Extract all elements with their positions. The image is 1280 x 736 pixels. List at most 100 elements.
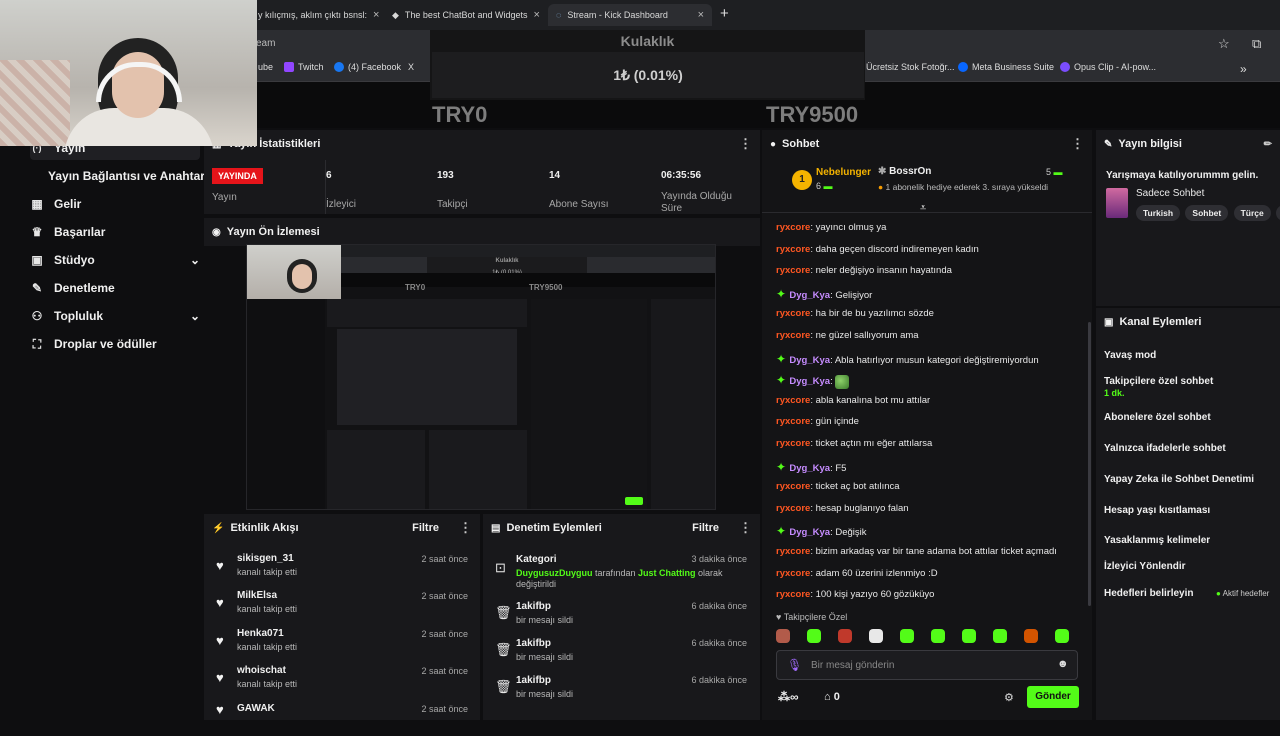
chat-username[interactable]: Dyg_Kya [789,527,830,538]
activity-user[interactable]: whoischat [237,665,286,676]
action-banned-words[interactable]: Yasaklanmış kelimeler [1104,535,1210,546]
moderation-user[interactable]: 1akifbp [516,675,551,686]
chat-username[interactable]: ryxcore [776,416,810,427]
send-button[interactable]: Gönder [1027,686,1079,708]
action-ai-moderation[interactable]: Yapay Zeka ile Sohbet Denetimi [1104,474,1254,485]
more-options-icon[interactable]: ⋮ [739,520,752,536]
bookmark[interactable]: ube [258,62,273,72]
sidebar-item-basarilar[interactable]: ♛ Başarılar [30,220,200,244]
more-bookmarks-icon[interactable]: » [1240,62,1247,76]
chat-username[interactable]: Dyg_Kya [789,376,830,387]
action-account-age[interactable]: Hesap yaşı kısıtlaması [1104,505,1210,516]
bookmark[interactable]: (4) Facebook [334,62,401,72]
more-options-icon[interactable]: ⋮ [459,520,472,536]
category-thumbnail[interactable] [1106,188,1128,218]
sidebar-item-denetleme[interactable]: ✎ Denetleme [30,276,200,300]
emoji-icon[interactable]: ☻ [1057,658,1069,670]
chat-input[interactable]: 🎙 Bir mesaj gönderin ☻ [776,650,1078,680]
microphone-icon[interactable]: 🎙 [787,658,802,672]
bookmark[interactable]: Twitch [284,62,324,72]
chat-username[interactable]: ryxcore [776,222,810,233]
emote-icon[interactable] [1024,629,1038,643]
filter-button[interactable]: Filtre [692,522,719,534]
chat-text: ticket aç bot atılınca [815,481,900,493]
chat-username[interactable]: Dyg_Kya [789,355,830,366]
sidebar-item-gelir[interactable]: ▦ Gelir [30,192,200,216]
action-goals[interactable]: Hedefleri belirleyin [1104,588,1193,599]
bookmark[interactable]: Opus Clip - AI-pow... [1060,62,1156,72]
moderation-user[interactable]: 1akifbp [516,638,551,649]
bookmark[interactable]: X [408,62,414,72]
chat-username[interactable]: ryxcore [776,438,810,449]
star-icon[interactable]: ☆ [1218,36,1230,52]
bookmark[interactable]: Meta Business Suite [958,62,1054,72]
tag[interactable]: Sohbet [1185,205,1229,221]
emote-icon[interactable] [1055,629,1069,643]
action-slow-mode[interactable]: Yavaş mod [1104,350,1156,361]
settings-icon[interactable]: ⚙ [1004,691,1014,704]
sidebar-item-topluluk[interactable]: ⚇ Topluluk ⌄ [30,304,200,328]
chat-username[interactable]: ryxcore [776,546,810,557]
moderation-user[interactable]: 1akifbp [516,601,551,612]
chat-username[interactable]: Dyg_Kya [789,463,830,474]
extensions-icon[interactable]: ⧉ [1252,36,1261,52]
browser-tab[interactable]: y kılıçmış, aklım çıktı bsnsl: × [250,4,385,26]
chat-username[interactable]: ryxcore [776,589,810,600]
emote-icon[interactable] [838,629,852,643]
mini-goal-start: TRY0 [405,283,426,292]
emote-icon[interactable] [807,629,821,643]
chat-username[interactable]: ryxcore [776,481,810,492]
collapse-icon[interactable]: ⩡ [920,202,926,215]
emote-icon[interactable] [931,629,945,643]
store-button[interactable]: ⌂ 0 [824,691,840,703]
tag[interactable]: Türçe [1233,205,1271,221]
sidebar-item-studyo[interactable]: ▣ Stüdyo ⌄ [30,248,200,272]
heart-icon: ♥ [216,670,224,685]
chat-username[interactable]: ryxcore [776,395,810,406]
activity-user[interactable]: MilkElsa [237,590,277,601]
category-name[interactable]: Sadece Sohbet [1136,188,1204,199]
new-tab-button[interactable]: + [720,5,729,22]
sidebar-item-droplar[interactable]: ⛶ Droplar ve ödüller [30,332,200,356]
chat-username[interactable]: ryxcore [776,568,810,579]
tag[interactable]: ch [1276,205,1280,221]
activity-user[interactable]: GAWAK [237,703,275,714]
browser-tab[interactable]: ◆ The best ChatBot and Widgets × [384,4,547,26]
tag[interactable]: Turkish [1136,205,1181,221]
chat-username[interactable]: ryxcore [776,265,810,276]
sidebar-item-stream-key[interactable]: Yayın Bağlantısı ve Anahtarı [48,164,218,188]
emote-icon[interactable] [900,629,914,643]
emote-icon[interactable] [993,629,1007,643]
chat-username[interactable]: ryxcore [776,503,810,514]
action-followers-only[interactable]: Takipçilere özel sohbet [1104,376,1213,387]
action-subscribers-only[interactable]: Abonelere özel sohbet [1104,412,1211,423]
edit-icon[interactable]: ✏ [1264,139,1272,150]
bookmark[interactable]: Ücretsiz Stok Fotoğr... [866,62,955,72]
chat-scrollbar[interactable] [1088,322,1091,606]
action-emote-only[interactable]: Yalnızca ifadelerle sohbet [1104,443,1226,454]
moderator-name[interactable]: DuygusuzDuyguu [516,568,593,578]
browser-tab-active[interactable]: ◌ Stream - Kick Dashboard × [548,4,712,26]
gifter[interactable]: ✱ BossrOn [878,166,931,177]
stream-preview-video[interactable]: Kulaklık 1₺ (0.01%) TRY0 TRY9500 [246,244,716,510]
emote-icon[interactable] [776,629,790,643]
channel-points[interactable]: ⁂∞ [778,690,799,704]
close-icon[interactable]: × [698,9,704,21]
more-options-icon[interactable]: ⋮ [739,136,752,152]
close-icon[interactable]: × [534,9,540,21]
emote-icon[interactable] [962,629,976,643]
chat-username[interactable]: ryxcore [776,308,810,319]
activity-user[interactable]: sikisgen_31 [237,553,294,564]
chat-username[interactable]: Dyg_Kya [789,290,830,301]
action-raid[interactable]: İzleyici Yönlendir [1104,561,1186,572]
leader-name[interactable]: Nebelunger [816,167,871,178]
activity-user[interactable]: Henka071 [237,628,284,639]
chat-username[interactable]: ryxcore [776,330,810,341]
category-name[interactable]: Just Chatting [638,568,696,578]
followers-only-note: ♥ Takipçilere Özel [776,612,847,622]
more-options-icon[interactable]: ⋮ [1071,136,1084,152]
chat-username[interactable]: ryxcore [776,244,810,255]
close-icon[interactable]: × [373,9,379,21]
filter-button[interactable]: Filtre [412,522,439,534]
emote-icon[interactable] [869,629,883,643]
